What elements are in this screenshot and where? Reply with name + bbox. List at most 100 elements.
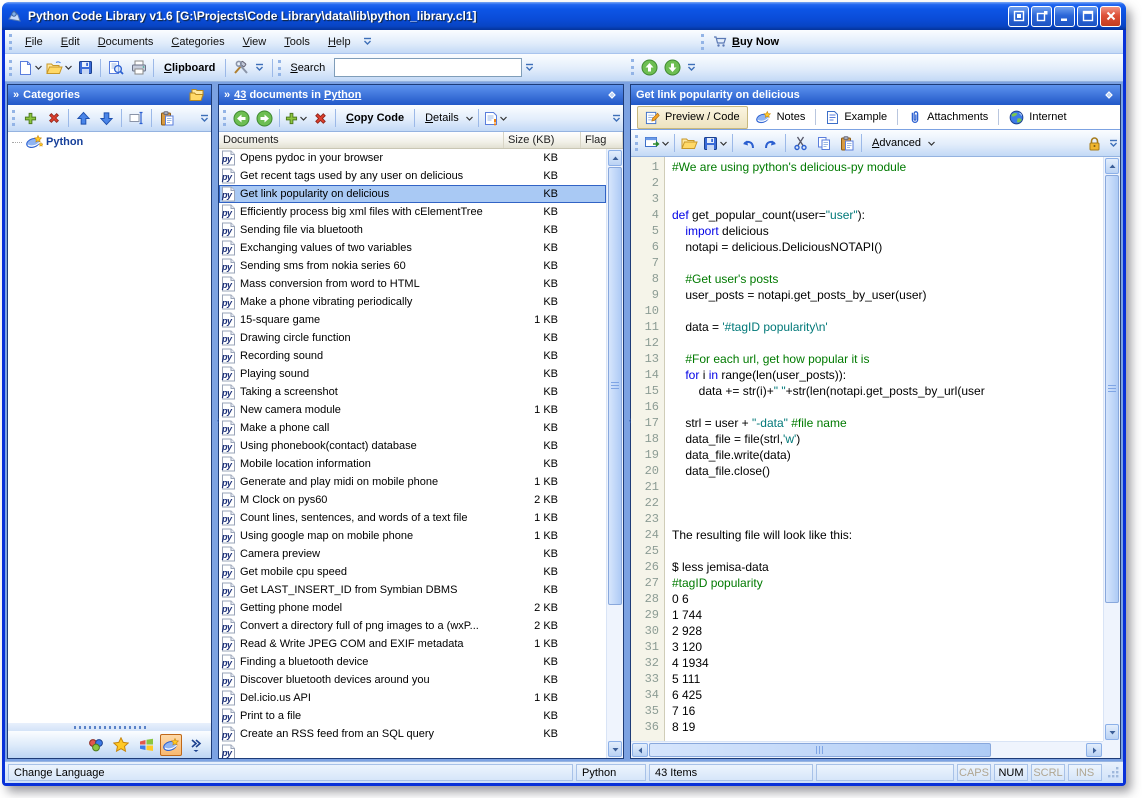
always-on-top-button[interactable] bbox=[1008, 6, 1029, 27]
scroll-down-button[interactable] bbox=[608, 741, 622, 757]
languages-button[interactable] bbox=[160, 734, 182, 756]
document-row[interactable]: py Finding a bluetooth device KB bbox=[219, 653, 606, 671]
open-library-button[interactable] bbox=[44, 57, 74, 79]
resize-grip[interactable] bbox=[1107, 766, 1120, 779]
document-row[interactable]: py 15-square game 1 KB bbox=[219, 311, 606, 329]
categories-overflow-button[interactable] bbox=[198, 107, 211, 129]
document-row[interactable]: py Playing sound KB bbox=[219, 365, 606, 383]
buy-now-button[interactable]: Buy Now bbox=[699, 30, 779, 53]
tab-internet[interactable]: Internet bbox=[1002, 107, 1073, 128]
document-row[interactable]: py Print to a file KB bbox=[219, 707, 606, 725]
add-document-button[interactable] bbox=[283, 107, 309, 129]
menu-tools[interactable]: Tools bbox=[275, 33, 319, 51]
column-flag[interactable]: Flag bbox=[581, 132, 623, 148]
save-button[interactable] bbox=[74, 57, 97, 79]
document-row[interactable]: py Drawing circle function KB bbox=[219, 329, 606, 347]
copy-code-button[interactable]: Copy Code bbox=[339, 107, 411, 129]
document-row[interactable]: py Taking a screenshot KB bbox=[219, 383, 606, 401]
document-row[interactable]: py Mobile location information KB bbox=[219, 455, 606, 473]
documents-count-link[interactable]: 43 bbox=[234, 89, 246, 101]
print-button[interactable] bbox=[127, 57, 150, 79]
document-row[interactable]: py Read & Write JPEG COM and EXIF metada… bbox=[219, 635, 606, 653]
delete-category-button[interactable] bbox=[42, 107, 65, 129]
tab-notes[interactable]: Notes bbox=[748, 107, 813, 128]
document-row[interactable]: py M Clock on pys60 2 KB bbox=[219, 491, 606, 509]
menu-categories[interactable]: Categories bbox=[162, 33, 233, 51]
collapse-left-icon[interactable]: 〈 bbox=[212, 410, 218, 432]
favorites-button[interactable] bbox=[110, 734, 132, 756]
document-row[interactable]: py Convert a directory full of png image… bbox=[219, 617, 606, 635]
document-row[interactable]: py Sending sms from nokia series 60 KB bbox=[219, 257, 606, 275]
toolbar-drag-handle[interactable] bbox=[278, 60, 281, 76]
document-row[interactable]: py Get recent tags used by any user on d… bbox=[219, 167, 606, 185]
copy-button[interactable] bbox=[812, 132, 835, 154]
document-row[interactable]: py Del.icio.us API 1 KB bbox=[219, 689, 606, 707]
category-down-button[interactable] bbox=[95, 107, 118, 129]
menu-file[interactable]: File bbox=[16, 33, 52, 51]
scroll-down-button[interactable] bbox=[1105, 724, 1119, 740]
find-button[interactable] bbox=[104, 57, 127, 79]
title-bar[interactable]: Python Code Library v1.6 [G:\Projects\Co… bbox=[2, 2, 1126, 30]
add-category-button[interactable] bbox=[19, 107, 42, 129]
toolbar-overflow-button[interactable] bbox=[253, 57, 266, 79]
toolbar-drag-handle[interactable] bbox=[631, 59, 634, 75]
document-row[interactable]: py Exchanging values of two variables KB bbox=[219, 239, 606, 257]
paste-category-button[interactable] bbox=[155, 107, 178, 129]
tab-preview-code[interactable]: Preview / Code bbox=[637, 106, 748, 129]
column-documents[interactable]: Documents bbox=[219, 132, 504, 148]
document-row[interactable]: py Using phonebook(contact) database KB bbox=[219, 437, 606, 455]
menu-view[interactable]: View bbox=[234, 33, 276, 51]
documents-scrollbar[interactable] bbox=[606, 149, 623, 758]
advanced-button[interactable]: Advanced bbox=[865, 132, 937, 154]
rename-category-button[interactable] bbox=[125, 107, 148, 129]
save-code-button[interactable] bbox=[701, 132, 729, 154]
document-row[interactable]: py Generate and play midi on mobile phon… bbox=[219, 473, 606, 491]
toolbar-drag-handle[interactable] bbox=[9, 34, 12, 50]
document-row[interactable]: py Make a phone call KB bbox=[219, 419, 606, 437]
documents-category-link[interactable]: Python bbox=[324, 89, 361, 101]
category-up-button[interactable] bbox=[72, 107, 95, 129]
left-splitter[interactable]: 〈 bbox=[212, 84, 218, 759]
document-row[interactable]: py Get LAST_INSERT_ID from Symbian DBMS … bbox=[219, 581, 606, 599]
open-code-button[interactable] bbox=[678, 132, 701, 154]
scroll-right-button[interactable] bbox=[1086, 743, 1102, 757]
document-row[interactable]: py Opens pydoc in your browser KB bbox=[219, 149, 606, 167]
document-row[interactable]: py Discover bluetooth devices around you… bbox=[219, 671, 606, 689]
document-row[interactable]: py Count lines, sentences, and words of … bbox=[219, 509, 606, 527]
document-row[interactable]: py Recording sound KB bbox=[219, 347, 606, 365]
lock-button[interactable] bbox=[1083, 132, 1106, 154]
document-row[interactable]: py Using google map on mobile phone 1 KB bbox=[219, 527, 606, 545]
document-row[interactable]: py Sending file via bluetooth KB bbox=[219, 221, 606, 239]
maximize-button[interactable] bbox=[1077, 6, 1098, 27]
document-row[interactable]: py Camera preview KB bbox=[219, 545, 606, 563]
document-row[interactable]: py Mass conversion from word to HTML KB bbox=[219, 275, 606, 293]
report-button[interactable] bbox=[482, 107, 509, 129]
windows-button[interactable] bbox=[135, 734, 157, 756]
minimize-button[interactable] bbox=[1054, 6, 1075, 27]
code-vertical-scrollbar[interactable] bbox=[1103, 157, 1120, 741]
options-button[interactable] bbox=[229, 57, 252, 79]
document-row[interactable]: py New camera module 1 KB bbox=[219, 401, 606, 419]
undo-button[interactable] bbox=[736, 132, 759, 154]
code-horizontal-scrollbar[interactable] bbox=[631, 741, 1103, 758]
document-row[interactable]: py bbox=[219, 743, 606, 758]
right-splitter[interactable]: 〈 bbox=[624, 84, 630, 759]
more-panels-button[interactable] bbox=[185, 734, 207, 756]
scrollbar-thumb[interactable] bbox=[1105, 175, 1119, 603]
menu-documents[interactable]: Documents bbox=[89, 33, 163, 51]
toolbar-drag-handle[interactable] bbox=[12, 110, 15, 126]
scroll-up-button[interactable] bbox=[1105, 158, 1119, 174]
collapse-right-icon[interactable]: 〈 bbox=[624, 410, 630, 432]
scroll-left-button[interactable] bbox=[632, 743, 648, 757]
toolbar-drag-handle[interactable] bbox=[701, 34, 704, 50]
search-input[interactable] bbox=[334, 58, 522, 77]
documents-overflow-button[interactable] bbox=[610, 107, 623, 129]
document-row[interactable]: py Getting phone model 2 KB bbox=[219, 599, 606, 617]
scrollbar-thumb[interactable] bbox=[608, 167, 622, 605]
scroll-up-button[interactable] bbox=[608, 150, 622, 166]
minimize-to-tray-button[interactable] bbox=[1031, 6, 1052, 27]
menu-edit[interactable]: Edit bbox=[52, 33, 89, 51]
scrollbar-thumb[interactable] bbox=[649, 743, 991, 757]
delete-document-button[interactable] bbox=[309, 107, 332, 129]
search-overflow-button[interactable] bbox=[523, 57, 536, 79]
